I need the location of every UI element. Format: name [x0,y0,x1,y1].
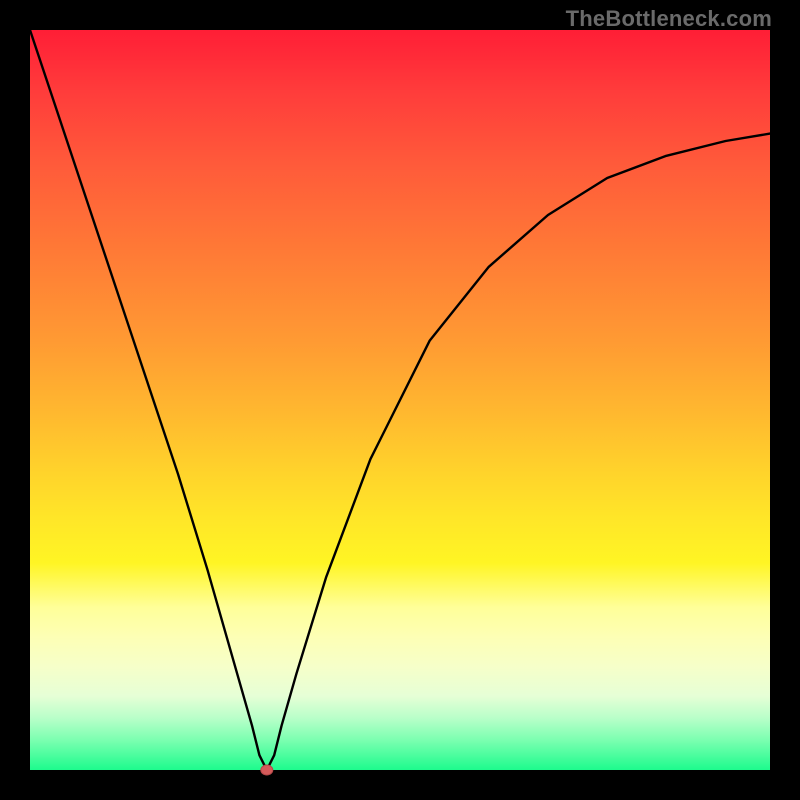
chart-frame: TheBottleneck.com [0,0,800,800]
curve-svg [30,30,770,770]
dip-marker [261,765,273,775]
watermark-text: TheBottleneck.com [566,6,772,32]
plot-area [30,30,770,770]
bottleneck-curve [30,30,770,770]
